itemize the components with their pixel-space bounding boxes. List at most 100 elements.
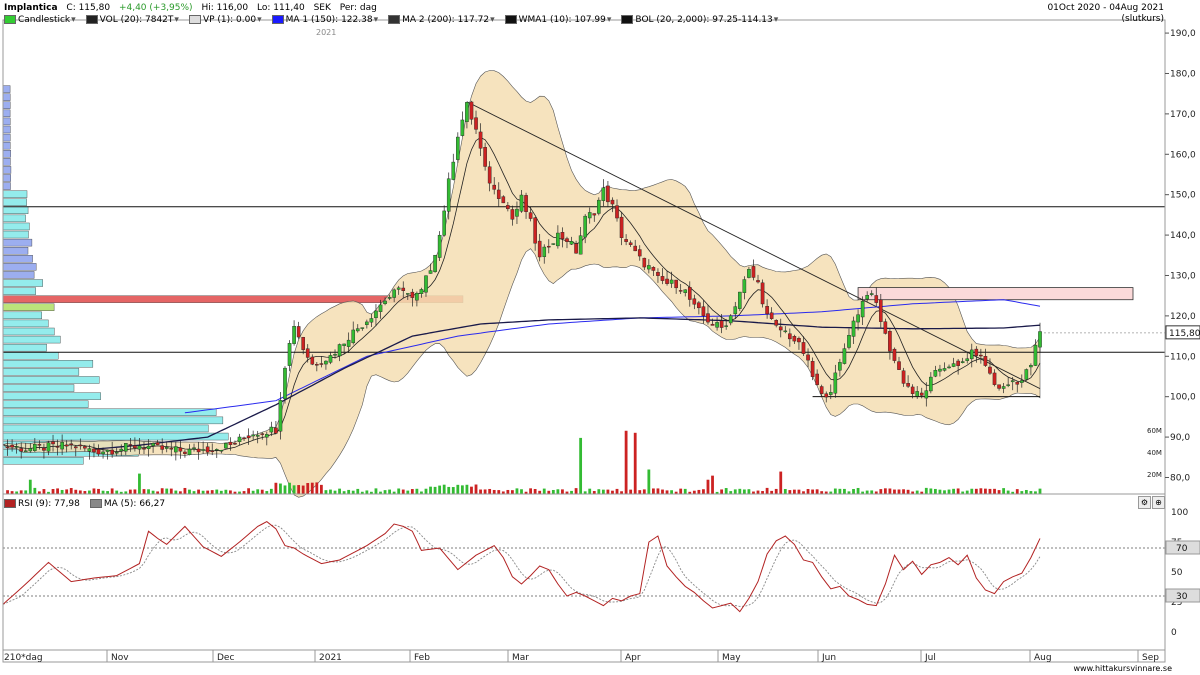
volume-bar (1006, 490, 1010, 494)
volume-bar (69, 488, 73, 494)
candle-body (592, 213, 597, 216)
candle-body (942, 368, 947, 371)
volume-bar (438, 485, 442, 494)
legend-item[interactable]: VOL (20): 7842T▾ (85, 15, 183, 25)
candle-body (5, 446, 10, 448)
volume-bar (756, 490, 760, 494)
candle-body (556, 232, 560, 247)
candle-body (401, 287, 406, 291)
candle-body (879, 299, 883, 322)
volume-profile-bar (2, 150, 11, 158)
legend-item[interactable]: WMA1 (10): 107.99▾ (504, 15, 616, 25)
candle-body (765, 306, 769, 315)
candle-body (892, 348, 897, 361)
volume-profile-bar (2, 335, 61, 344)
legend-item[interactable]: BOL (20, 2,000): 97.25-114.13▾ (621, 15, 782, 25)
rsi-level-label: 70 (1176, 544, 1188, 554)
volume-profile-bar (2, 255, 33, 263)
candle-body (742, 279, 747, 293)
candle-body (583, 215, 587, 238)
zoom-icon[interactable]: ⊕ (1152, 496, 1165, 509)
candle-body (424, 275, 428, 293)
legend-label: WMA1 (10): 107.99 (518, 15, 606, 25)
x-axis-label: Mar (512, 653, 529, 663)
volume-bar (551, 489, 555, 494)
volume-bar (165, 488, 169, 494)
volume-bar (988, 488, 992, 494)
candle-body (224, 442, 228, 449)
volume-profile-bar (2, 125, 11, 134)
volume-profile-bar (2, 133, 11, 142)
settings-icon[interactable]: ⚙ (1138, 496, 1151, 509)
volume-bar (579, 437, 583, 494)
legend-item[interactable]: MA 2 (200): 117.72▾ (388, 15, 499, 25)
candle-body (897, 361, 901, 370)
volume-profile-bar (2, 279, 43, 287)
candle-body (974, 348, 979, 356)
candle-body (410, 291, 415, 298)
candle-body (251, 434, 255, 437)
volume-bar (952, 488, 955, 494)
candle-body (1006, 384, 1010, 386)
x-axis-label: Jul (924, 653, 936, 663)
rsi-legend-item[interactable]: MA (5): 66,27 (89, 499, 165, 509)
volume-bar (747, 489, 751, 494)
chevron-down-icon[interactable]: ▾ (490, 15, 495, 25)
candle-body (151, 443, 155, 446)
volume-profile-bar (2, 158, 11, 166)
candle-body (783, 330, 788, 333)
legend-item[interactable]: Candlestick▾ (4, 15, 80, 25)
volume-bar (1002, 488, 1006, 494)
candle-body (355, 328, 360, 332)
volume-bar (401, 489, 405, 494)
candle-body (319, 363, 324, 365)
volume-profile-bar (2, 230, 29, 239)
volume-bar (406, 490, 410, 494)
candle-body (851, 320, 856, 337)
rsi-legend-item[interactable]: RSI (9): 77,98 (4, 499, 80, 509)
volume-bar (92, 488, 96, 494)
chevron-down-icon[interactable]: ▾ (174, 15, 179, 25)
candle-body (587, 212, 592, 219)
candle-body (733, 306, 738, 315)
candle-body (756, 280, 760, 283)
chevron-down-icon[interactable]: ▾ (257, 15, 262, 25)
chevron-down-icon[interactable]: ▾ (607, 15, 612, 25)
candle-body (187, 448, 192, 455)
volume-bar (779, 471, 783, 494)
candle-body (647, 265, 651, 270)
candle-body (378, 304, 383, 312)
volume-bar (574, 488, 578, 494)
candle-body (1020, 380, 1024, 383)
candle-body (346, 339, 351, 347)
x-axis-frame (2, 649, 1166, 663)
volume-bar (483, 489, 487, 494)
chevron-down-icon[interactable]: ▾ (71, 15, 76, 25)
volume-bar (702, 489, 705, 494)
chevron-down-icon[interactable]: ▾ (774, 15, 779, 25)
volume-bar (542, 488, 546, 494)
volume-bar (324, 490, 328, 494)
chevron-down-icon[interactable]: ▾ (374, 15, 379, 25)
volume-bar (638, 490, 642, 494)
volume-bar (210, 490, 214, 494)
currency-label: SEK (313, 3, 331, 13)
volume-bar (138, 473, 141, 494)
candle-body (210, 450, 215, 453)
price-tick-label: 140,0 (1170, 231, 1196, 241)
legend-item[interactable]: VP (1): 0.00▾ (188, 15, 266, 25)
volume-bar (615, 488, 619, 494)
volume-bar (315, 482, 319, 494)
volume-profile-bar (2, 424, 209, 433)
volume-bar (706, 479, 710, 494)
legend-item[interactable]: MA 1 (150): 122.38▾ (271, 15, 383, 25)
change-value: +4,40 (+3,95%) (118, 3, 193, 13)
price-tick-label: 160,0 (1170, 150, 1196, 160)
volume-bar (670, 490, 673, 494)
volume-bar (956, 488, 960, 494)
volume-bar (74, 489, 78, 494)
close-value: C: 115,80 (66, 3, 111, 13)
candle-body (869, 293, 874, 295)
x-axis-label: 210*dag (4, 653, 43, 663)
volume-bar (833, 488, 837, 494)
